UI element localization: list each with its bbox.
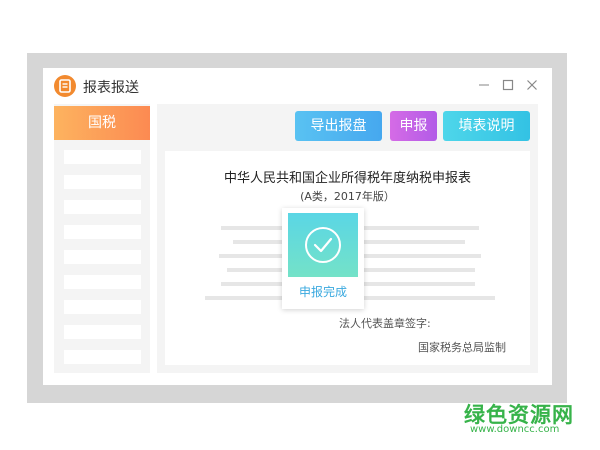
sidebar-placeholder-row [64,200,141,214]
sidebar: 国税 [54,104,150,373]
maximize-icon[interactable] [501,78,515,92]
sidebar-placeholder-row [64,275,141,289]
status-label: 申报完成 [298,285,347,299]
close-icon[interactable] [525,78,539,92]
document-title: 中华人民共和国企业所得税年度纳税申报表 [223,171,471,186]
sidebar-placeholder-row [64,175,141,189]
status-card-icon-area [288,213,358,277]
sidebar-placeholder-row [64,250,141,264]
app-logo-icon [54,75,76,97]
supervisor-label: 国家税务总局监制 [418,341,506,354]
export-button[interactable]: 导出报盘 [295,111,382,141]
main-panel: 导出报盘 申报 填表说明 中华人民共和国企业所得税年度纳税申报表 (A类，201… [157,104,538,373]
window-title: 报表报送 [83,80,139,96]
sidebar-tab-national-tax[interactable]: 国税 [54,106,150,140]
app-window: 报表报送 国税 导出报盘 申报 填表说明 中华人民共和国企业所得税年度纳税申报表… [43,68,552,385]
status-card: 申报完成 [282,208,364,309]
sidebar-placeholder-row [64,150,141,164]
check-circle-icon [305,227,341,263]
minimize-icon[interactable] [477,78,491,92]
sidebar-placeholder-row [64,325,141,339]
guide-button[interactable]: 填表说明 [443,111,530,141]
watermark-url: www.downcc.com [470,424,560,435]
document-subtitle: (A类，2017年版） [300,190,395,203]
signature-label: 法人代表盖章签字: [339,317,431,330]
title-bar: 报表报送 [43,68,552,104]
sidebar-placeholder-row [64,300,141,314]
tax-form-document: 中华人民共和国企业所得税年度纳税申报表 (A类，2017年版） 申报完成 法人代… [165,151,530,365]
declare-button[interactable]: 申报 [390,111,437,141]
sidebar-placeholder-row [64,350,141,364]
sidebar-placeholder-row [64,225,141,239]
